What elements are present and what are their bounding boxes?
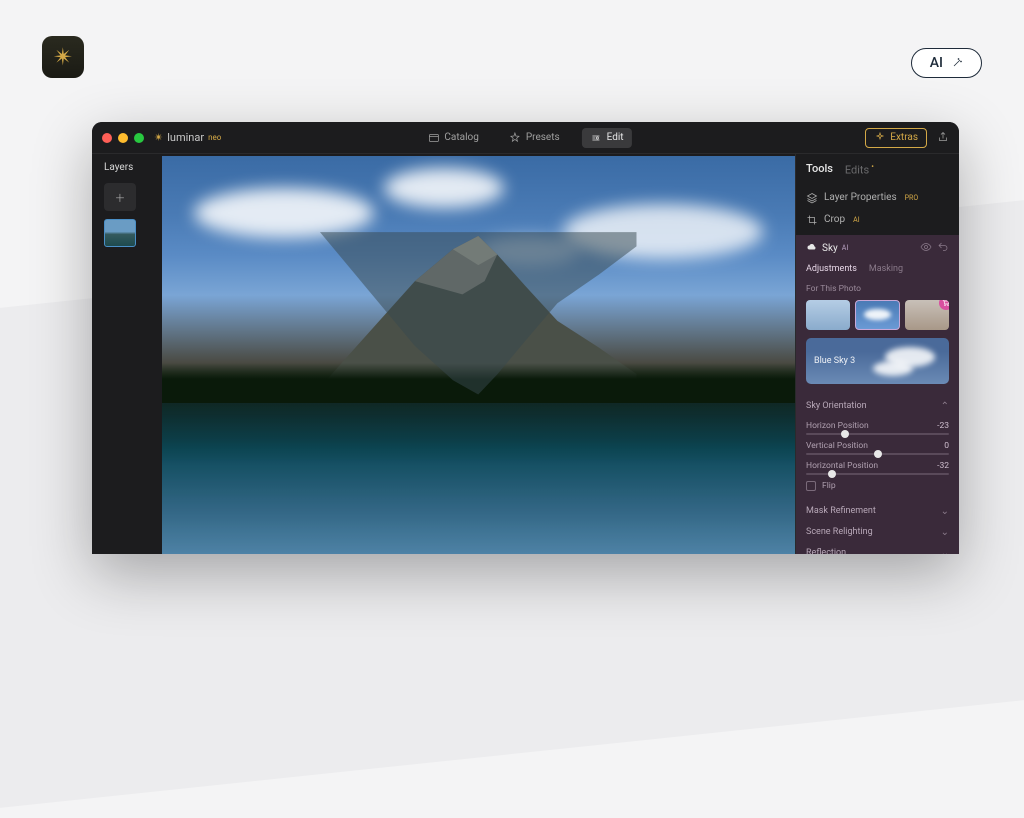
sky-subtab-masking[interactable]: Masking	[869, 264, 903, 274]
horizon-position-value: -23	[937, 421, 949, 431]
horizontal-position-value: -32	[937, 461, 949, 471]
sky-preset-thumb-1[interactable]	[806, 300, 850, 330]
sky-subtab-adjustments[interactable]: Adjustments	[806, 264, 857, 274]
layers-icon	[806, 192, 818, 204]
ai-badge-pill: AI	[911, 48, 982, 78]
tools-panel: Tools Edits• Layer Properties PRO Crop A…	[795, 154, 959, 554]
undo-icon	[937, 241, 949, 253]
vertical-position-value: 0	[944, 441, 949, 451]
window-minimize-button[interactable]	[118, 133, 128, 143]
traffic-lights	[102, 133, 144, 143]
edit-icon	[590, 132, 602, 144]
catalog-icon	[427, 132, 439, 144]
vertical-position-label: Vertical Position	[806, 441, 868, 451]
star-icon: ✴	[53, 43, 73, 71]
ai-pill-label: AI	[930, 55, 943, 71]
tool-crop[interactable]: Crop AI	[806, 209, 949, 231]
extras-button[interactable]: Extras	[865, 128, 927, 148]
mask-refinement-header[interactable]: Mask Refinement ⌄	[806, 501, 949, 522]
vertical-position-slider[interactable]	[806, 453, 949, 455]
sky-preset-thumb-3[interactable]	[905, 300, 949, 330]
canvas-area	[162, 154, 795, 554]
reset-button[interactable]	[937, 241, 949, 256]
visibility-toggle-button[interactable]	[920, 241, 932, 256]
flip-checkbox-row[interactable]: Flip	[806, 481, 949, 491]
horizon-position-label: Horizon Position	[806, 421, 869, 431]
sky-section: Sky AI Adjustments Masking For This Phot…	[796, 235, 959, 554]
chevron-down-icon: ⌄	[941, 506, 949, 517]
app-logo-icon: ✴	[42, 36, 84, 78]
star-icon: ✴	[154, 131, 163, 144]
layers-title: Layers	[104, 162, 150, 173]
selected-sky-label: Blue Sky 3	[814, 356, 855, 366]
sky-orientation-header[interactable]: Sky Orientation ⌃	[806, 396, 949, 417]
titlebar: ✴ luminar neo Catalog Presets Edit Extra…	[92, 122, 959, 154]
share-button[interactable]	[937, 128, 949, 147]
reflection-header[interactable]: Reflection ⌄	[806, 543, 949, 554]
tab-presets[interactable]: Presets	[501, 128, 568, 148]
extras-icon	[874, 132, 886, 144]
layers-panel: Layers +	[92, 154, 162, 554]
sky-preset-thumb-2[interactable]	[855, 300, 901, 330]
photo-canvas[interactable]	[162, 156, 795, 554]
crop-icon	[806, 214, 818, 226]
presets-icon	[509, 132, 521, 144]
eye-icon	[920, 241, 932, 253]
window-close-button[interactable]	[102, 133, 112, 143]
scene-relighting-header[interactable]: Scene Relighting ⌄	[806, 522, 949, 543]
app-title: ✴ luminar neo	[154, 131, 221, 144]
cloud-icon	[806, 242, 818, 254]
tools-tab-tools[interactable]: Tools	[806, 162, 833, 177]
tools-tab-edits[interactable]: Edits•	[845, 162, 874, 177]
sky-tool-header[interactable]: Sky AI	[806, 242, 915, 254]
add-layer-button[interactable]: +	[104, 183, 136, 211]
chevron-down-icon: ⌄	[941, 527, 949, 538]
chevron-up-icon: ⌃	[941, 401, 949, 412]
window-maximize-button[interactable]	[134, 133, 144, 143]
horizontal-position-label: Horizontal Position	[806, 461, 878, 471]
app-window: ✴ luminar neo Catalog Presets Edit Extra…	[92, 122, 959, 554]
wand-icon	[951, 57, 963, 69]
horizontal-position-slider[interactable]	[806, 473, 949, 475]
layer-thumbnail[interactable]	[104, 219, 136, 247]
chevron-down-icon: ⌄	[941, 548, 949, 554]
selected-sky-preview[interactable]: Blue Sky 3	[806, 338, 949, 384]
cart-badge-icon	[939, 300, 949, 310]
titlebar-tabs: Catalog Presets Edit	[419, 128, 631, 148]
tab-edit[interactable]: Edit	[582, 128, 632, 148]
for-this-photo-label: For This Photo	[806, 284, 949, 294]
tool-layer-properties[interactable]: Layer Properties PRO	[806, 187, 949, 209]
flip-checkbox[interactable]	[806, 481, 816, 491]
tab-catalog[interactable]: Catalog	[419, 128, 486, 148]
horizon-position-slider[interactable]	[806, 433, 949, 435]
